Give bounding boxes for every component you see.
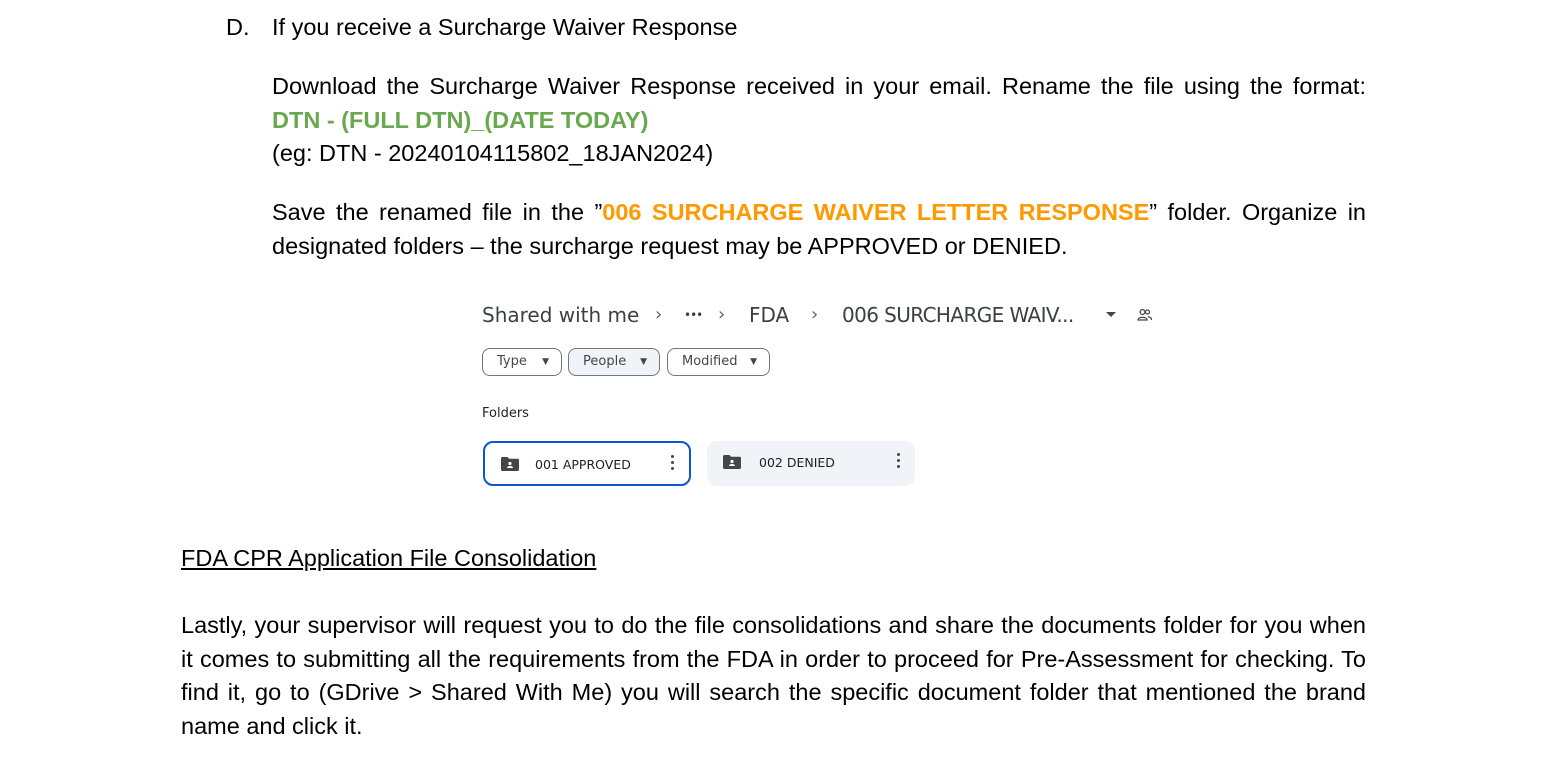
- consolidation-body: Lastly, your supervisor will request you…: [181, 612, 1366, 739]
- people-icon: [1137, 308, 1153, 321]
- filter-modified[interactable]: Modified ▼: [667, 348, 770, 376]
- breadcrumb-separator: ›: [811, 304, 819, 325]
- filename-format: DTN - (FULL DTN)_(DATE TODAY): [272, 106, 649, 133]
- shared-folder-icon: [501, 457, 519, 471]
- filter-people[interactable]: People ▼: [568, 348, 660, 376]
- save-text: Save the renamed file in the ”: [272, 199, 603, 225]
- more-options-icon[interactable]: [897, 453, 901, 473]
- shared-folder-icon: [723, 455, 741, 469]
- breadcrumb-separator: ›: [718, 304, 726, 325]
- folders-section-label: Folders: [482, 406, 529, 421]
- filter-type-label: Type: [497, 354, 527, 369]
- more-options-icon[interactable]: [671, 455, 675, 475]
- folder-name-denied: 002 DENIED: [759, 455, 835, 470]
- folder-card-denied[interactable]: 002 DENIED: [707, 441, 915, 486]
- rename-instructions: Download the Surcharge Waiver Response r…: [272, 70, 1366, 137]
- caret-down-icon: ▼: [640, 357, 647, 367]
- filter-people-label: People: [583, 354, 627, 369]
- filter-modified-label: Modified: [682, 354, 738, 369]
- save-instructions: Save the renamed file in the ”006 SURCHA…: [272, 196, 1366, 263]
- breadcrumb-shared-with-me[interactable]: Shared with me: [482, 300, 639, 330]
- breadcrumb-fda[interactable]: FDA: [749, 300, 789, 330]
- list-marker: D.: [226, 14, 250, 40]
- breadcrumb-current-folder[interactable]: 006 SURCHARGE WAIV...: [842, 300, 1074, 330]
- folder-name: 006 SURCHARGE WAIVER LETTER RESPONSE: [602, 199, 1150, 225]
- caret-down-icon[interactable]: [1106, 312, 1116, 318]
- breadcrumb-more[interactable]: •••: [684, 300, 703, 330]
- caret-down-icon: ▼: [750, 357, 757, 367]
- breadcrumb-separator: ›: [655, 304, 663, 325]
- caret-down-icon: ▼: [542, 357, 549, 367]
- folder-card-approved[interactable]: 001 APPROVED: [483, 441, 691, 486]
- filter-type[interactable]: Type ▼: [482, 348, 562, 376]
- section-heading: If you receive a Surcharge Waiver Respon…: [272, 14, 738, 40]
- rename-text: Download the Surcharge Waiver Response r…: [272, 73, 1366, 99]
- folder-name-approved: 001 APPROVED: [535, 457, 631, 472]
- consolidation-heading: FDA CPR Application File Consolidation: [181, 545, 597, 571]
- filename-example: (eg: DTN - 20240104115802_18JAN2024): [272, 140, 714, 166]
